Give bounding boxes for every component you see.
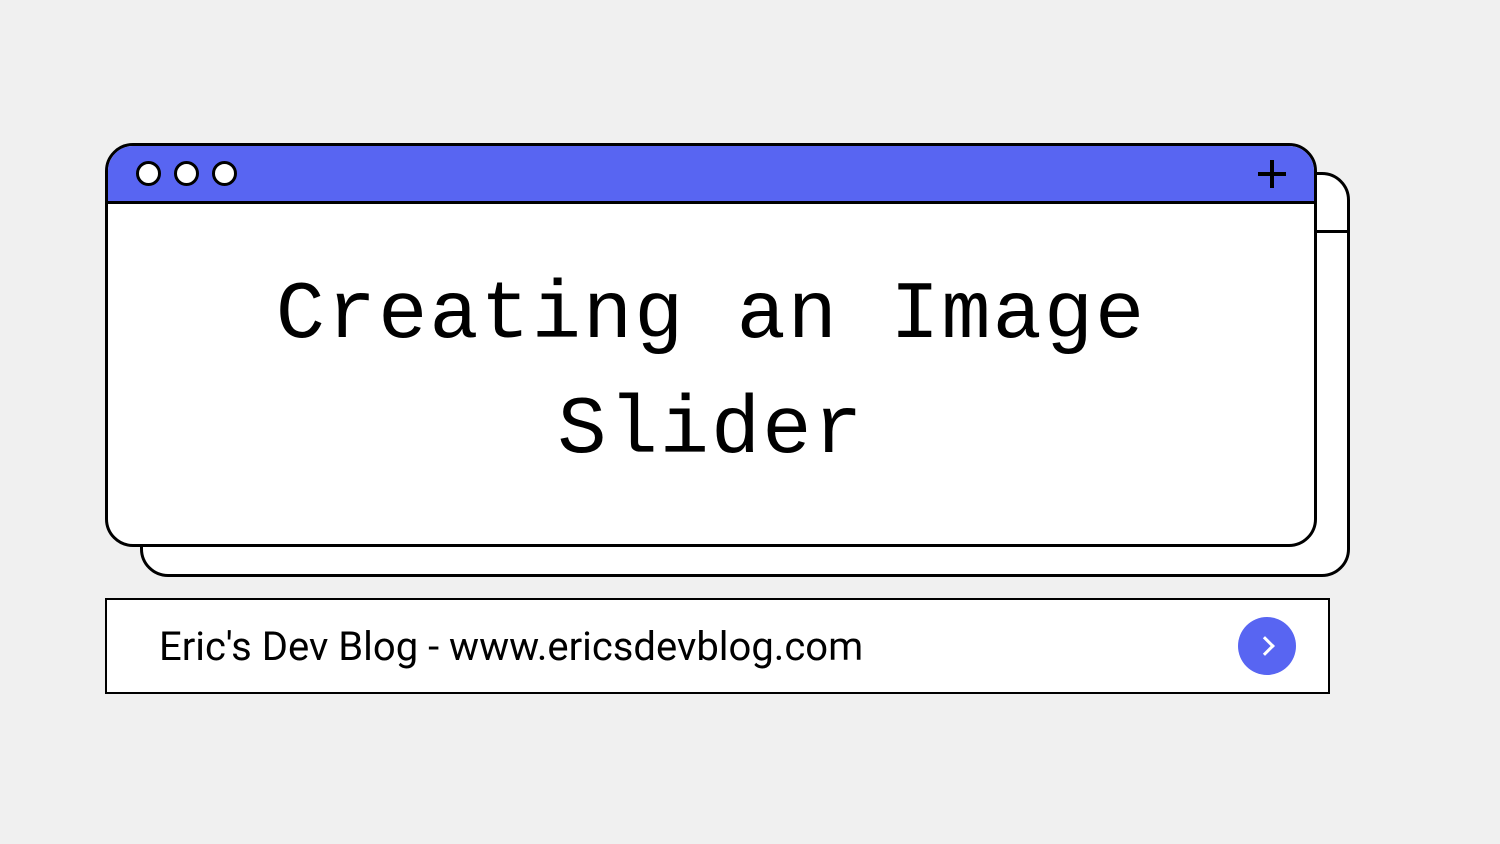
go-button[interactable] bbox=[1238, 617, 1296, 675]
window-controls bbox=[136, 161, 237, 186]
chevron-right-icon bbox=[1255, 636, 1275, 656]
plus-icon[interactable] bbox=[1258, 160, 1286, 188]
address-text: Eric's Dev Blog - www.ericsdevblog.com bbox=[159, 623, 863, 670]
window-titlebar bbox=[108, 146, 1314, 204]
page-title: Creating an Image Slider bbox=[168, 259, 1254, 489]
close-icon[interactable] bbox=[136, 161, 161, 186]
address-bar: Eric's Dev Blog - www.ericsdevblog.com bbox=[105, 598, 1330, 694]
maximize-icon[interactable] bbox=[212, 161, 237, 186]
window-content: Creating an Image Slider bbox=[108, 204, 1314, 544]
browser-window: Creating an Image Slider bbox=[105, 143, 1317, 547]
minimize-icon[interactable] bbox=[174, 161, 199, 186]
